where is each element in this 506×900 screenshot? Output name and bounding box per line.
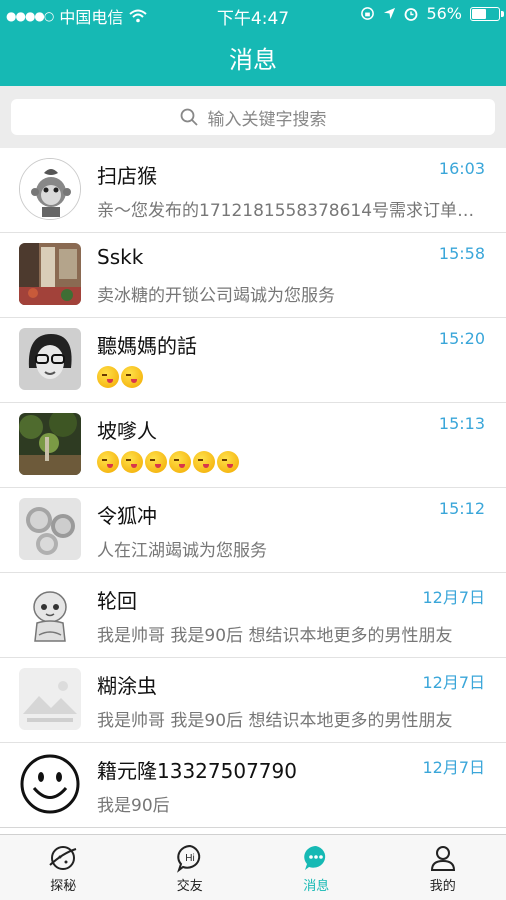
emoji-icon [121,451,143,473]
emoji-icon [169,451,191,473]
conversation-row[interactable]: 令狐冲 15:12 人在江湖竭诚为您服务 [0,488,506,573]
message-preview: 我是帅哥 我是90后 想结识本地更多的男性朋友 [97,711,453,731]
emoji-icon [145,451,167,473]
tab-messages[interactable]: 消息 [253,835,380,900]
message-time: 15:13 [438,414,485,433]
message-preview: 卖冰糖的开锁公司竭诚为您服务 [97,286,335,306]
battery-percent: 56% [426,4,462,23]
monkey-avatar [19,158,81,220]
message-preview: 我是帅哥 我是90后 想结识本地更多的男性朋友 [97,626,453,646]
message-preview: 亲～您发布的1712181558378614号需求订单已经被商家确认 [97,201,483,221]
tab-me[interactable]: 我的 [380,835,506,900]
tab-label: 消息 [303,879,330,894]
chat-icon [304,846,326,870]
emoji-preview [97,451,239,473]
status-bar: ●●●●○ 中国电信 下午4:47 56% [0,0,506,29]
message-time: 16:03 [438,159,485,178]
message-time: 15:12 [438,499,485,518]
svg-text:Hi: Hi [185,853,194,864]
page-title: 消息 [229,46,277,74]
conversation-list: 扫店猴 16:03 亲～您发布的1712181558378614号需求订单已经被… [0,148,506,828]
conversation-row[interactable]: 聽媽媽的話 15:20 [0,318,506,403]
message-time: 12月7日 [422,758,485,777]
contact-name: 扫店猴 [97,164,157,188]
message-time: 12月7日 [422,673,485,692]
search-placeholder: 输入关键字搜索 [207,109,327,130]
smiley-avatar [19,753,81,815]
message-time: 15:20 [438,329,485,348]
girl-photo-avatar [19,328,81,390]
person-icon [430,846,455,871]
rotation-lock-icon [361,7,375,20]
contact-name: 令狐冲 [97,504,157,528]
search-icon [180,108,198,126]
message-preview: 人在江湖竭诚为您服务 [97,541,267,561]
tab-label: 我的 [429,879,456,894]
garden-photo-avatar [19,413,81,475]
emoji-icon [121,366,143,388]
placeholder-image-avatar [19,668,81,730]
emoji-icon [193,451,215,473]
fruit-photo-avatar [19,498,81,560]
message-preview: 我是90后 [97,796,170,816]
photo-avatar [19,243,81,305]
location-icon [384,7,396,20]
tab-bar: 探秘 Hi 交友 消息 我的 [0,834,506,900]
conversation-row[interactable]: 轮回 12月7日 我是帅哥 我是90后 想结识本地更多的男性朋友 [0,573,506,658]
emoji-icon [97,451,119,473]
contact-name: 籍元隆13327507790 [97,759,297,783]
battery-fill [472,8,486,19]
conversation-row[interactable]: 籍元隆13327507790 12月7日 我是90后 [0,743,506,828]
message-time: 12月7日 [422,588,485,607]
conversation-row[interactable]: 扫店猴 16:03 亲～您发布的1712181558378614号需求订单已经被… [0,148,506,233]
contact-name: 聽媽媽的話 [97,334,197,358]
message-time: 15:58 [438,244,485,263]
contact-name: 坡嗲人 [97,419,157,443]
emoji-icon [217,451,239,473]
header: ●●●●○ 中国电信 下午4:47 56% 消息 [0,0,506,86]
hi-bubble-icon: Hi [176,844,200,873]
planet-icon [49,846,77,870]
contact-name: 轮回 [97,589,137,613]
cartoon-monk-avatar [19,583,81,645]
tab-label: 交友 [176,879,203,894]
conversation-row[interactable]: 糊涂虫 12月7日 我是帅哥 我是90后 想结识本地更多的男性朋友 [0,658,506,743]
alarm-icon [405,7,418,21]
tab-label: 探秘 [50,879,77,894]
search-input[interactable]: 输入关键字搜索 [11,99,495,135]
contact-name: 糊涂虫 [97,674,157,698]
contact-name: Sskk [97,245,144,269]
conversation-row[interactable]: 坡嗲人 15:13 [0,403,506,488]
emoji-icon [97,366,119,388]
tab-explore[interactable]: 探秘 [0,835,127,900]
search-area: 输入关键字搜索 [0,86,506,148]
emoji-preview [97,366,143,388]
battery-icon [470,6,504,21]
tab-friends[interactable]: Hi 交友 [127,835,254,900]
conversation-row[interactable]: Sskk 15:58 卖冰糖的开锁公司竭诚为您服务 [0,233,506,318]
